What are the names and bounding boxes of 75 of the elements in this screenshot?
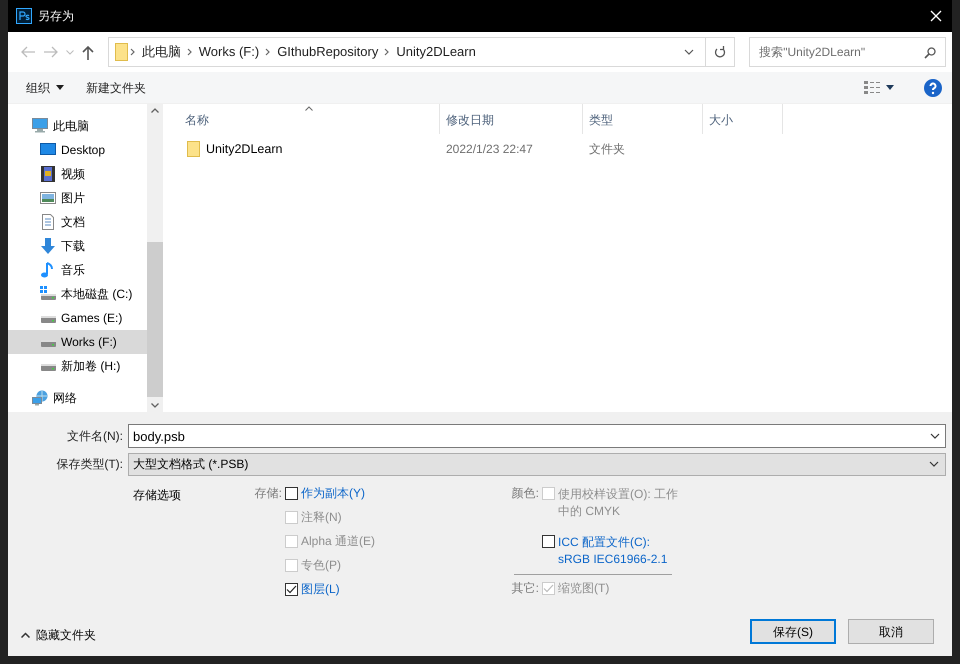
help-icon[interactable] bbox=[924, 78, 942, 96]
up-caret-icon bbox=[21, 632, 30, 638]
checkbox[interactable] bbox=[542, 535, 555, 548]
check-icon bbox=[286, 585, 297, 594]
refresh-icon bbox=[714, 45, 726, 59]
column-header[interactable]: 修改日期 bbox=[440, 104, 583, 134]
file-type-dropdown[interactable]: 大型文档格式 (*.PSB) bbox=[128, 452, 946, 476]
column-header[interactable]: 类型 bbox=[583, 104, 703, 134]
caret-icon bbox=[886, 85, 894, 90]
group-label: 存储: bbox=[254, 486, 282, 501]
down-arrow-icon bbox=[40, 238, 56, 254]
caret-icon[interactable] bbox=[684, 49, 694, 55]
new-folder-button[interactable]: 新建文件夹 bbox=[84, 76, 148, 100]
organize-button[interactable]: 组织 bbox=[24, 76, 66, 100]
checkbox[interactable] bbox=[285, 487, 298, 500]
up-caret-icon bbox=[151, 108, 159, 113]
sort-caret-icon bbox=[305, 106, 313, 111]
sidebar-item[interactable]: 文档 bbox=[8, 210, 147, 234]
document-icon bbox=[40, 214, 56, 230]
drive-icon bbox=[40, 286, 56, 302]
film-icon bbox=[40, 166, 56, 182]
sidebar-item[interactable]: 图片 bbox=[8, 186, 147, 210]
checkbox-label[interactable]: ICC 配置文件(C): sRGB IEC61966-2.1 bbox=[558, 534, 678, 568]
sidebar-item[interactable]: 音乐 bbox=[8, 258, 147, 282]
app-icon bbox=[16, 8, 32, 24]
caret-icon bbox=[929, 461, 939, 467]
checkbox[interactable] bbox=[285, 583, 298, 596]
file-name-field[interactable]: body.psb bbox=[128, 424, 946, 448]
caret-icon bbox=[56, 85, 64, 90]
sidebar-item[interactable]: 本地磁盘 (C:) bbox=[8, 282, 147, 306]
table-cell: 2022/1/23 22:47 bbox=[446, 142, 533, 156]
group-label: 其它: bbox=[510, 581, 539, 596]
sidebar-item[interactable]: Desktop bbox=[8, 138, 147, 162]
file-name[interactable]: Unity2DLearn bbox=[206, 140, 282, 158]
sidebar-item[interactable]: 此电脑 bbox=[8, 114, 147, 138]
breadcrumb-item[interactable]: Works (F:) bbox=[194, 42, 264, 62]
hide-folders-button[interactable]: 隐藏文件夹 bbox=[21, 626, 96, 644]
search-icon bbox=[924, 47, 936, 59]
column-header[interactable]: 大小 bbox=[703, 104, 783, 134]
scrollbar[interactable] bbox=[147, 104, 163, 412]
caret-icon[interactable] bbox=[930, 433, 940, 439]
network-icon bbox=[32, 390, 48, 406]
music-note-icon bbox=[40, 262, 56, 278]
table-cell: 文件夹 bbox=[589, 142, 625, 156]
dialog-button[interactable]: 取消 bbox=[848, 619, 934, 644]
close-icon[interactable] bbox=[930, 10, 942, 22]
sidebar-item[interactable]: Games (E:) bbox=[8, 306, 147, 330]
sidebar-item[interactable]: 网络 bbox=[8, 386, 147, 410]
sidebar-item[interactable]: 下载 bbox=[8, 234, 147, 258]
section-title: 存储选项 bbox=[133, 488, 181, 502]
picture-icon bbox=[40, 190, 56, 206]
sidebar-item[interactable]: 新加卷 (H:) bbox=[8, 354, 147, 378]
computer-icon bbox=[32, 118, 48, 134]
breadcrumb-item[interactable]: Unity2DLearn bbox=[392, 42, 480, 62]
search-field[interactable]: 搜索"Unity2DLearn" bbox=[750, 38, 945, 66]
sidebar-item[interactable]: Works (F:) bbox=[8, 330, 147, 354]
group-label: 颜色: bbox=[510, 486, 539, 501]
checkbox-label[interactable]: 作为副本(Y) bbox=[301, 486, 421, 501]
desktop-icon bbox=[40, 142, 56, 158]
dialog-button[interactable]: 保存(S) bbox=[750, 619, 836, 644]
sidebar-item[interactable]: 视频 bbox=[8, 162, 147, 186]
checkbox-label[interactable]: 图层(L) bbox=[301, 582, 421, 597]
field-label: 保存类型(T): bbox=[55, 456, 124, 473]
address-bar[interactable]: 此电脑 Works (F:) GIthubRepository Unity2DLearn bbox=[108, 37, 706, 67]
breadcrumb-item[interactable]: 此电脑 bbox=[138, 42, 185, 62]
breadcrumb-item[interactable]: GIthubRepository bbox=[273, 42, 382, 62]
window-title: 另存为 bbox=[38, 8, 74, 25]
down-caret-icon bbox=[151, 403, 159, 408]
folder-icon bbox=[114, 43, 128, 61]
up-icon[interactable] bbox=[82, 44, 94, 60]
refresh-button[interactable] bbox=[706, 37, 736, 67]
column-header[interactable]: 名称 bbox=[163, 104, 440, 134]
folder-icon bbox=[187, 141, 200, 157]
field-label: 文件名(N): bbox=[66, 428, 124, 445]
view-icon bbox=[864, 80, 880, 94]
